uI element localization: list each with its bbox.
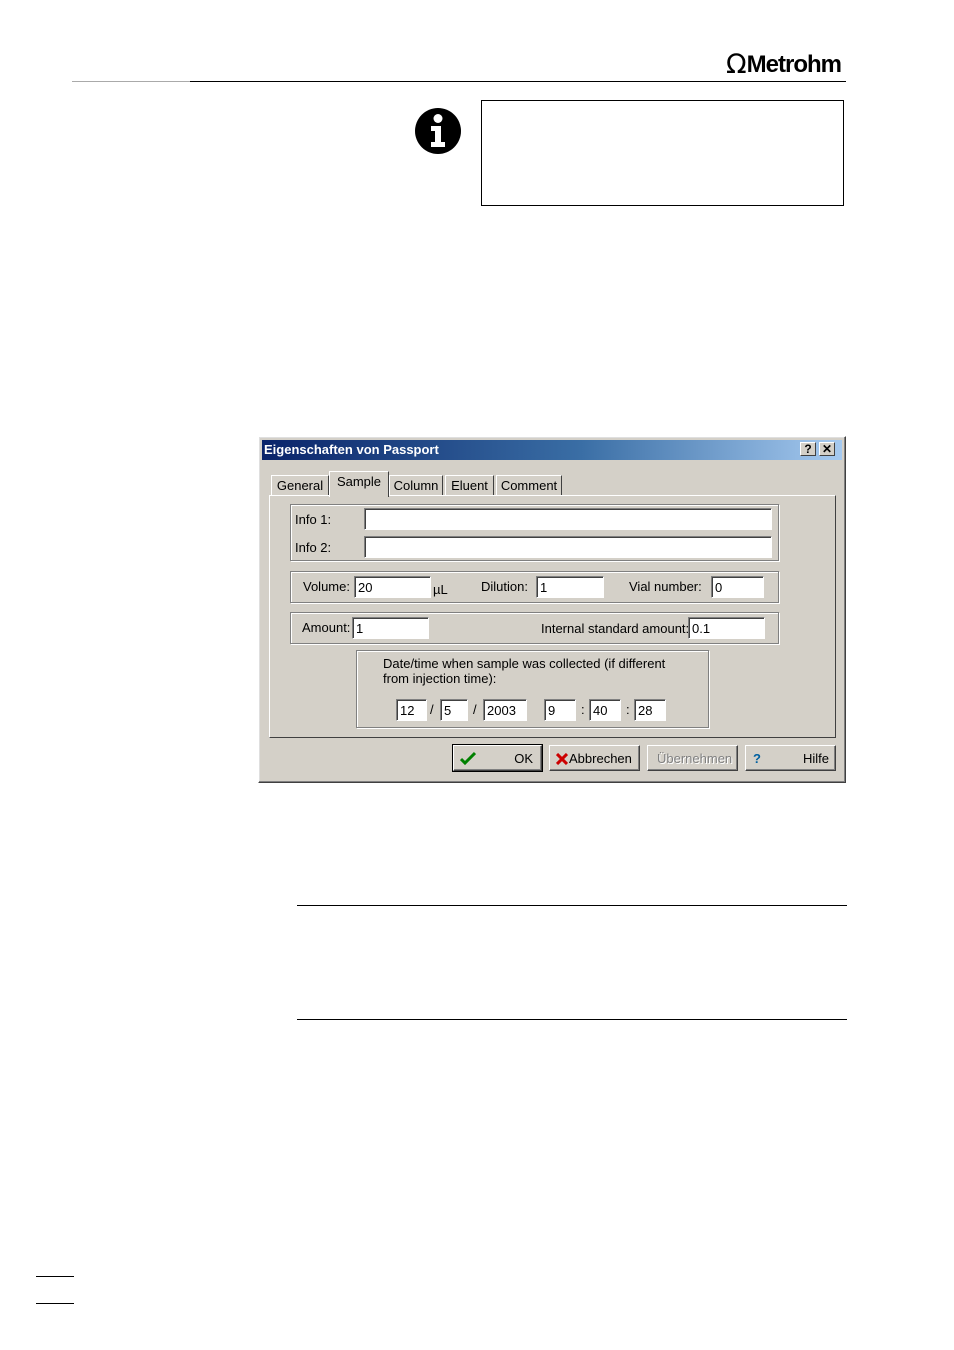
apply-button[interactable]: Übernehmen bbox=[647, 745, 738, 771]
volume-group: Volume: µL Dilution: Vial number: bbox=[290, 571, 779, 603]
ok-label: OK bbox=[514, 751, 533, 766]
check-icon bbox=[460, 751, 476, 765]
volume-unit: µL bbox=[433, 582, 448, 597]
section-rule-top bbox=[297, 905, 847, 906]
close-icon: ✕ bbox=[821, 442, 833, 456]
amount-group: Amount: Internal standard amount: bbox=[290, 612, 779, 644]
info1-input[interactable] bbox=[364, 508, 772, 530]
tab-eluent[interactable]: Eluent bbox=[445, 475, 494, 496]
footer-rule-1 bbox=[36, 1276, 74, 1277]
date-separator: / bbox=[430, 702, 434, 717]
amount-label: Amount: bbox=[302, 620, 351, 635]
note-box bbox=[481, 100, 844, 206]
dilution-input[interactable] bbox=[536, 576, 604, 598]
info2-input[interactable] bbox=[364, 536, 772, 558]
question-icon: ? bbox=[753, 751, 761, 766]
dilution-label: Dilution: bbox=[481, 579, 528, 594]
date-separator: / bbox=[473, 702, 477, 717]
volume-input[interactable] bbox=[354, 576, 431, 598]
title-help-icon: ? bbox=[804, 442, 812, 456]
internal-standard-label: Internal standard amount: bbox=[541, 621, 690, 636]
vial-number-input[interactable] bbox=[711, 576, 764, 598]
volume-label: Volume: bbox=[303, 579, 350, 594]
logo-omega-symbol: Ω bbox=[726, 49, 747, 80]
header-rule-accent bbox=[72, 81, 190, 82]
section-rule-bottom bbox=[297, 1019, 847, 1020]
cancel-label: Abbrechen bbox=[569, 751, 632, 766]
info2-label: Info 2: bbox=[295, 540, 332, 555]
logo-text: Metrohm bbox=[746, 51, 842, 78]
minute-input[interactable] bbox=[589, 699, 621, 721]
dialog-title: Eigenschaften von Passport bbox=[264, 442, 439, 457]
footer-rule-2 bbox=[36, 1303, 74, 1304]
info-icon bbox=[415, 108, 461, 154]
month-input[interactable] bbox=[440, 699, 468, 721]
tab-comment[interactable]: Comment bbox=[496, 475, 562, 496]
help-label: Hilfe bbox=[802, 751, 829, 766]
time-separator: : bbox=[626, 702, 630, 717]
metrohm-logo: Ω Metrohm bbox=[726, 49, 842, 80]
title-close-button[interactable]: ✕ bbox=[819, 442, 835, 456]
time-separator: : bbox=[581, 702, 585, 717]
dialog-titlebar: Eigenschaften von Passport bbox=[262, 440, 842, 460]
tab-sample[interactable]: Sample bbox=[329, 471, 389, 497]
tab-column[interactable]: Column bbox=[389, 475, 443, 496]
hour-input[interactable] bbox=[544, 699, 576, 721]
help-button[interactable]: ? Hilfe bbox=[745, 745, 836, 771]
datetime-caption-line2: from injection time): bbox=[383, 671, 497, 686]
year-input[interactable] bbox=[483, 699, 527, 721]
tab-general[interactable]: General bbox=[271, 475, 329, 496]
datetime-group: Date/time when sample was collected (if … bbox=[356, 650, 709, 728]
sample-tab-panel: Info 1: Info 2: Volume: µL Dilution: Via… bbox=[269, 495, 836, 738]
datetime-caption-line1: Date/time when sample was collected (if … bbox=[383, 656, 666, 671]
cross-icon bbox=[556, 753, 568, 765]
amount-input[interactable] bbox=[352, 617, 429, 639]
properties-dialog: Eigenschaften von Passport ? ✕ General S… bbox=[258, 436, 846, 783]
day-input[interactable] bbox=[396, 699, 427, 721]
info1-label: Info 1: bbox=[295, 512, 332, 527]
vial-number-label: Vial number: bbox=[629, 579, 702, 594]
ok-button[interactable]: OK bbox=[452, 744, 543, 772]
internal-standard-input[interactable] bbox=[688, 617, 765, 639]
apply-label: Übernehmen bbox=[657, 751, 733, 766]
second-input[interactable] bbox=[634, 699, 666, 721]
info-group: Info 1: Info 2: bbox=[290, 504, 779, 561]
title-help-button[interactable]: ? bbox=[800, 442, 816, 456]
cancel-button[interactable]: Abbrechen bbox=[549, 745, 640, 771]
